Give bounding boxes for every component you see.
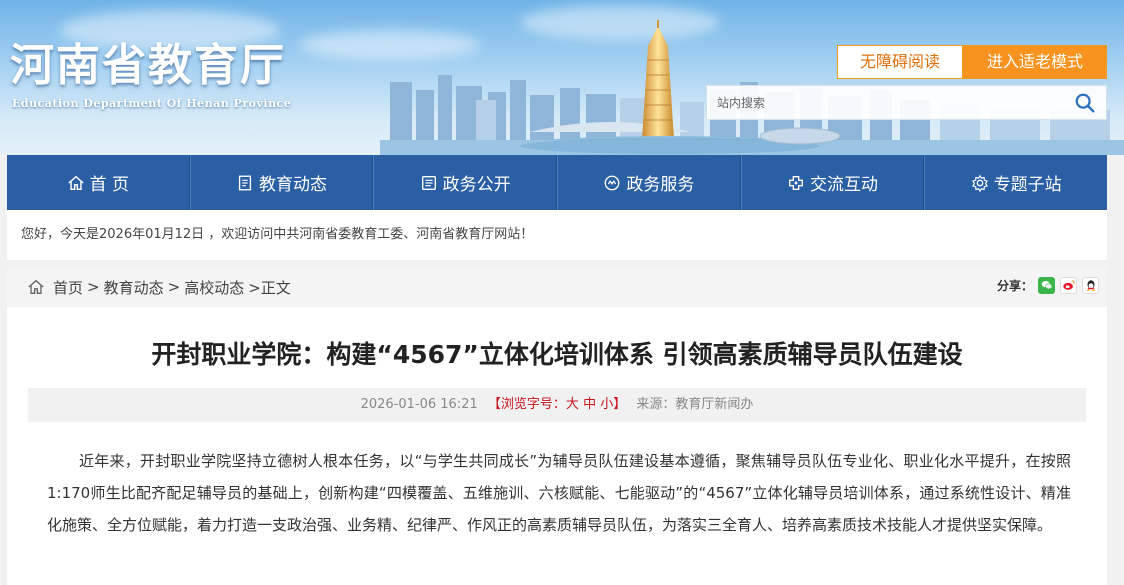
share-label: 分享： <box>996 278 1033 293</box>
share-bar: 分享： <box>997 267 1099 303</box>
welcome-bar: 您好，今天是2026年01月12日 ，欢迎访问中共河南省委教育工委、河南省教育厅… <box>7 210 1107 260</box>
article-meta: 2026-01-06 16:21 【浏览字号：大 中 小】 来源：教育厅新闻办 <box>28 388 1086 422</box>
main-nav: 首 页 教育动态 政务公开 政务服务 交流互动 专题子站 <box>7 155 1107 210</box>
nav-item-label: 首 页 <box>89 175 130 195</box>
nav-item-education-news[interactable]: 教育动态 <box>189 155 374 210</box>
nav-item-special-sites[interactable]: 专题子站 <box>924 155 1107 210</box>
breadcrumb-link-university-news[interactable]: 高校动态 <box>184 277 244 298</box>
nav-item-government-affairs[interactable]: 政务公开 <box>373 155 558 210</box>
breadcrumb-bar: 首页 > 教育动态 > 高校动态 >正文 分享： <box>7 267 1107 307</box>
article-body: 近年来，开封职业学院坚持立德树人根本任务，以“与学生共同成长”为辅导员队伍建设基… <box>47 452 1071 534</box>
site-subtitle: Education Department Of Henan Province <box>12 97 292 110</box>
accessibility-reading-button[interactable]: 无障碍阅读 <box>837 45 963 79</box>
weibo-icon[interactable] <box>1060 276 1077 294</box>
chat-icon <box>789 175 803 190</box>
breadcrumb-current: >正文 <box>248 278 291 297</box>
font-size-small-link[interactable]: 小 <box>600 397 613 412</box>
article-date: 2026-01-06 16:21 <box>360 397 478 412</box>
nav-item-home[interactable]: 首 页 <box>7 155 190 210</box>
gear-icon <box>971 174 988 192</box>
font-size-large-link[interactable]: 大 <box>566 397 579 412</box>
search-input[interactable] <box>717 86 1057 119</box>
breadcrumb-link-education-news[interactable]: 教育动态 <box>104 277 164 298</box>
article-source: 来源：教育厅新闻办 <box>636 397 754 412</box>
elder-mode-button[interactable]: 进入适老模式 <box>963 45 1107 79</box>
qq-icon[interactable] <box>1082 276 1099 294</box>
breadcrumb: 首页 > 教育动态 > 高校动态 >正文 <box>27 267 291 307</box>
font-size-controls: 【浏览字号：大 中 小】 <box>488 397 631 412</box>
font-size-medium-link[interactable]: 中 <box>583 397 596 412</box>
search-box <box>706 85 1107 120</box>
nav-item-government-services[interactable]: 政务服务 <box>557 155 741 210</box>
home-icon <box>28 279 44 294</box>
header-banner: 河南省教育厅 Education Department Of Henan Pro… <box>0 0 1124 155</box>
site-title: 河南省教育厅 <box>10 40 286 91</box>
book-icon <box>421 175 436 190</box>
service-icon <box>604 175 620 190</box>
nav-item-interaction[interactable]: 交流互动 <box>740 155 925 210</box>
nav-item-label: 政务公开 <box>442 175 511 195</box>
breadcrumb-link-home[interactable]: 首页 <box>53 277 83 298</box>
breadcrumb-separator: > <box>87 278 100 296</box>
article-title: 开封职业学院：构建“4567”立体化培训体系 引领高素质辅导员队伍建设 <box>151 340 963 369</box>
nav-item-label: 交流互动 <box>810 175 879 195</box>
font-size-label-end: 】 <box>613 397 627 412</box>
home-icon <box>67 175 84 190</box>
document-icon <box>238 175 252 190</box>
nav-item-label: 专题子站 <box>993 175 1062 195</box>
article-panel: 首页 > 教育动态 > 高校动态 >正文 分享： 开封职业学院：构建“4567”… <box>7 267 1107 585</box>
nav-item-label: 政务服务 <box>626 175 695 195</box>
wechat-icon[interactable] <box>1038 276 1055 294</box>
nav-item-label: 教育动态 <box>259 175 327 195</box>
font-size-label: 【浏览字号： <box>487 397 566 412</box>
search-icon[interactable] <box>1074 92 1096 114</box>
breadcrumb-separator: > <box>167 278 181 296</box>
